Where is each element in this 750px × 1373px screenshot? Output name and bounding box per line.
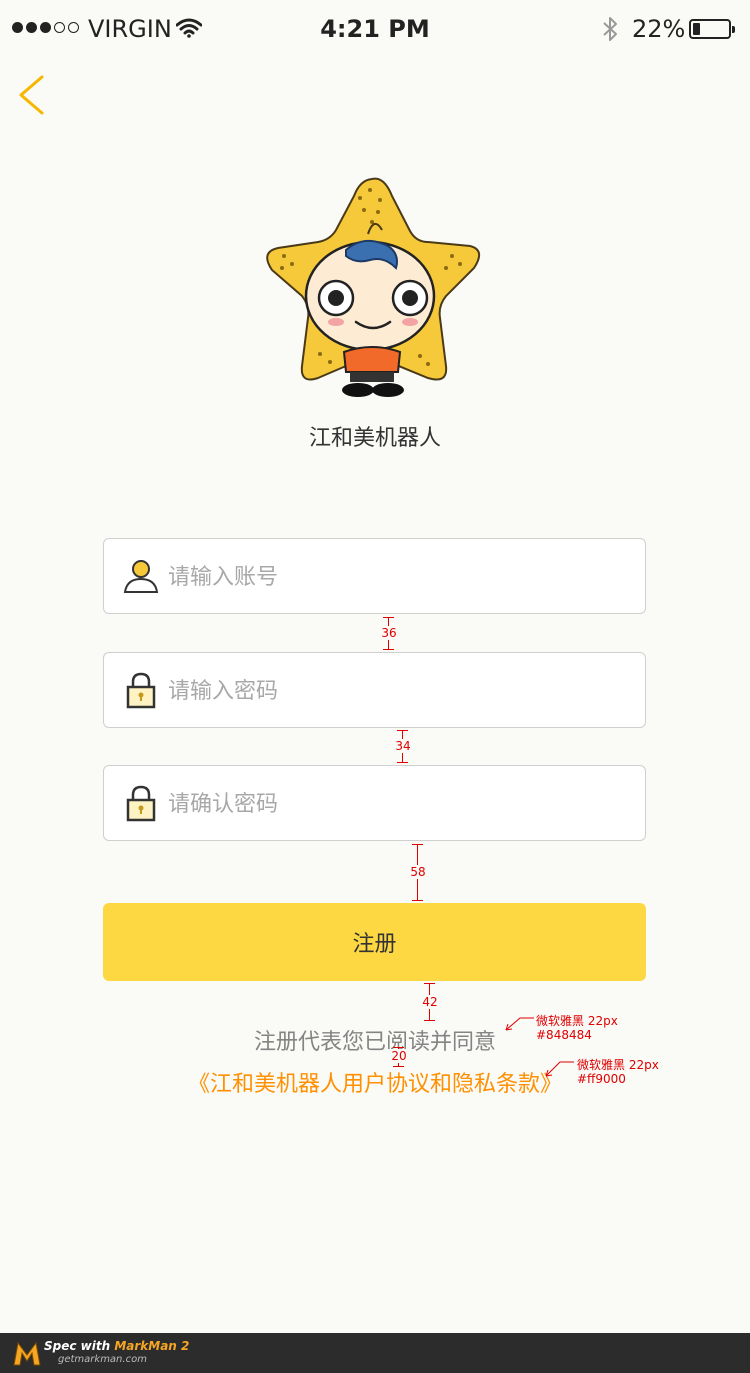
bluetooth-icon — [603, 17, 617, 41]
app-name: 江和美机器人 — [308, 426, 441, 451]
back-button[interactable] — [14, 72, 54, 118]
status-bar: VIRGIN 4:21 PM 22% — [0, 0, 750, 60]
footer-url: getmarkman.com — [58, 1354, 147, 1365]
spacing-annotation: 34 — [388, 728, 418, 765]
annotation-arrow-icon — [505, 1017, 534, 1031]
battery-icon — [689, 19, 735, 39]
font-spec-note: 微软雅黑 22px #848484 — [536, 1014, 618, 1042]
star-mascot-icon — [266, 177, 481, 397]
register-button[interactable]: 注册 — [103, 903, 646, 981]
agreement-text: 注册代表您已阅读并同意 — [253, 1030, 496, 1055]
footer-title: Spec with MarkMan 2 — [44, 1339, 190, 1353]
battery-percent: 22% — [632, 15, 686, 43]
spacing-annotation: 36 — [374, 615, 404, 652]
chevron-left-icon — [19, 75, 44, 115]
lock-icon — [126, 785, 156, 822]
spacing-annotation: 20 — [384, 1046, 414, 1068]
account-input[interactable] — [166, 539, 630, 615]
password-field[interactable] — [103, 652, 646, 729]
confirm-password-field[interactable] — [103, 765, 646, 842]
user-icon — [123, 560, 159, 593]
annotation-arrow-icon — [545, 1061, 574, 1077]
spacing-annotation: 42 — [415, 981, 445, 1023]
markman-logo-icon — [13, 1341, 41, 1366]
font-spec-note: 微软雅黑 22px #ff9000 — [577, 1058, 659, 1086]
lock-icon — [126, 672, 156, 709]
spacing-annotation: 58 — [403, 842, 433, 903]
password-input[interactable] — [166, 653, 630, 729]
confirm-password-input[interactable] — [166, 766, 630, 842]
markman-footer: Spec with MarkMan 2 getmarkman.com — [0, 1333, 750, 1373]
account-field[interactable] — [103, 538, 646, 615]
